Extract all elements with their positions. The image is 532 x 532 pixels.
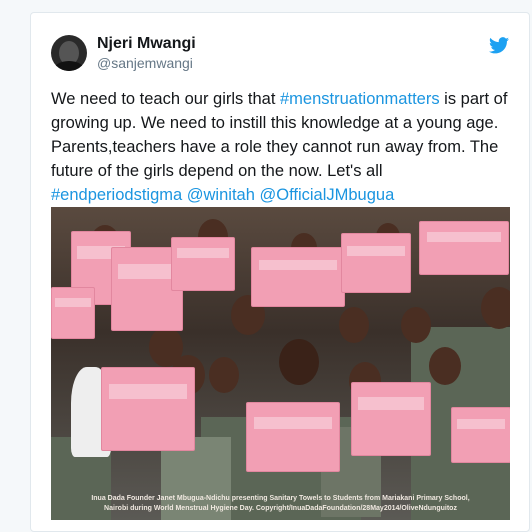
photo-pad-pack [171,237,235,291]
photo-pad-pack [246,402,340,472]
photo-pad-pack [341,233,411,293]
author-name[interactable]: Njeri Mwangi [97,35,196,53]
photo-pad-pack [51,287,95,339]
photo-face [339,307,369,343]
hashtag-menstruationmatters[interactable]: #menstruationmatters [280,90,440,108]
tweet-text-part: We need to teach our girls that [51,90,280,108]
photo-face [209,357,239,393]
photo-caption: Inua Dada Founder Janet Mbugua-Ndichu pr… [51,494,510,514]
hashtag-endperiodstigma[interactable]: #endperiodstigma [51,186,182,204]
mention-officialjmbugua[interactable]: @OfficialJMbugua [259,186,394,204]
twitter-bird-icon[interactable] [489,37,509,54]
photo-face [429,347,461,385]
mention-winitah[interactable]: @winitah [187,186,255,204]
photo-pad-pack [351,382,431,456]
photo-face [279,339,319,385]
avatar[interactable] [51,35,87,71]
photo-caption-line: Inua Dada Founder Janet Mbugua-Ndichu pr… [91,495,470,502]
photo-pad-pack [101,367,195,451]
photo-pad-pack [251,247,345,307]
photo-pad-pack [451,407,510,463]
tweet-text: We need to teach our girls that #menstru… [51,87,513,207]
avatar-shoulders [53,61,85,71]
author-handle[interactable]: @sanjemwangi [97,55,193,71]
photo-caption-line: Nairobi during World Menstrual Hygiene D… [104,505,457,512]
tweet-photo[interactable]: Inua Dada Founder Janet Mbugua-Ndichu pr… [51,207,510,520]
photo-pad-pack [419,221,509,275]
photo-face [401,307,431,343]
tweet-card[interactable]: Njeri Mwangi @sanjemwangi We need to tea… [30,12,530,532]
photo-face [481,287,510,329]
